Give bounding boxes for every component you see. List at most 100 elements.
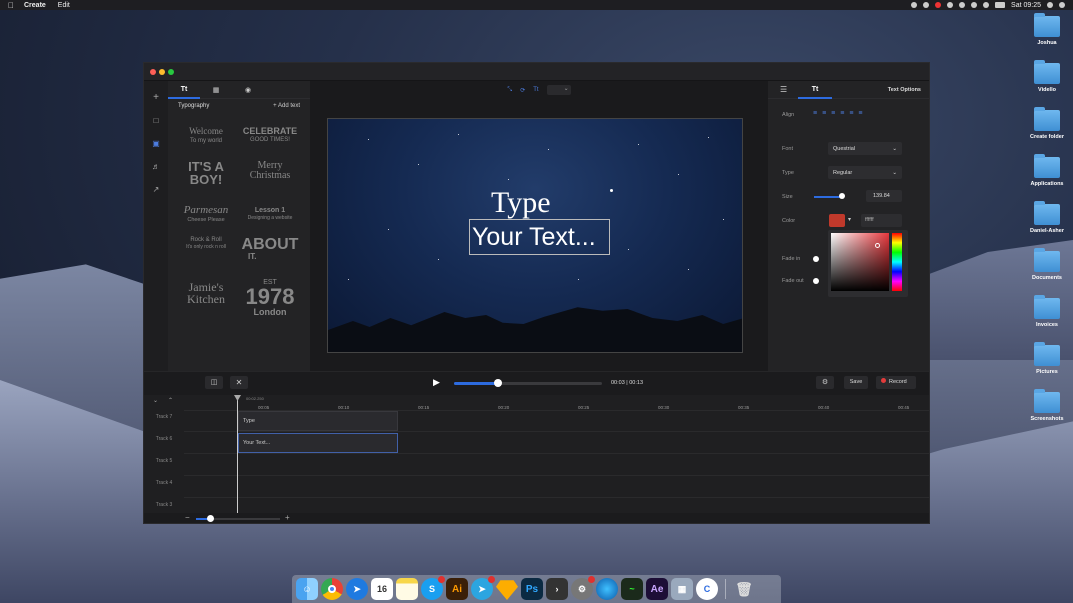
color-picker-popover[interactable]	[828, 230, 908, 297]
delete-button[interactable]: ✕	[230, 376, 248, 389]
photoshop-icon[interactable]: Ps	[521, 578, 543, 600]
audio-icon[interactable]: ♬	[151, 162, 161, 172]
track-row[interactable]	[184, 455, 929, 476]
picker-cursor-icon[interactable]	[875, 243, 880, 248]
text-template[interactable]: EST 1978 London	[240, 279, 300, 317]
canvas-title-text[interactable]: Type	[491, 186, 551, 220]
dropbox-icon[interactable]	[959, 2, 966, 8]
playback-track[interactable]	[454, 379, 602, 387]
hue-slider[interactable]	[892, 233, 902, 291]
volume-icon[interactable]	[971, 2, 978, 8]
desktop-folder-vidello[interactable]: Vidello	[1022, 60, 1072, 93]
menu-app-name[interactable]: Create	[24, 2, 46, 9]
status-icon[interactable]	[947, 2, 954, 8]
color-swatch[interactable]	[829, 214, 845, 227]
desktop-folder-daniel-asher[interactable]: Daniel-Asher	[1022, 201, 1072, 234]
text-icon[interactable]: Tt	[533, 87, 538, 93]
tab-stickers[interactable]: ◉	[232, 81, 264, 99]
wifi-icon[interactable]	[983, 2, 990, 8]
text-template[interactable]: Merry Christmas	[240, 161, 300, 181]
zoom-in-icon[interactable]: +	[285, 513, 290, 522]
calendar-icon[interactable]: 16	[371, 578, 393, 600]
menu-list-icon[interactable]	[1059, 2, 1065, 8]
terminal-icon[interactable]: ›	[546, 578, 568, 600]
folder-icon[interactable]: □	[151, 116, 161, 126]
text-template[interactable]: Welcome To my world	[176, 127, 236, 145]
text-template[interactable]: Parmesan Cheese Please	[176, 205, 236, 224]
search-icon[interactable]	[1047, 2, 1053, 8]
fade-out-toggle[interactable]	[813, 278, 819, 284]
collapse-icon[interactable]: ⌄	[153, 397, 158, 404]
zoom-window-button[interactable]	[168, 69, 174, 75]
clip-type[interactable]: Type	[238, 411, 398, 431]
crop-icon[interactable]: ⤡	[507, 87, 512, 94]
size-input[interactable]: 139.84	[866, 190, 902, 202]
zoom-out-icon[interactable]: −	[185, 513, 190, 522]
text-template[interactable]: ABOUT IT.	[240, 237, 300, 261]
video-canvas[interactable]: Type Your Text...	[327, 118, 743, 353]
tab-image[interactable]: ▦	[200, 81, 232, 99]
playback-handle[interactable]	[494, 379, 503, 387]
color-hex-input[interactable]: ffffff	[861, 214, 902, 227]
text-template[interactable]: IT'S A BOY!	[176, 160, 236, 186]
split-button[interactable]: ◫	[205, 376, 223, 389]
menu-edit[interactable]: Edit	[58, 2, 70, 9]
illustrator-icon[interactable]: Ai	[446, 578, 468, 600]
finder-icon[interactable]: ☺	[296, 578, 318, 600]
fade-in-toggle[interactable]	[813, 256, 819, 262]
zoom-slider-handle[interactable]	[207, 515, 214, 522]
chevron-down-icon[interactable]: ▾	[848, 216, 851, 223]
safari-icon[interactable]: ➤	[346, 578, 368, 600]
ratio-dropdown[interactable]: ⌄	[546, 85, 571, 95]
add-icon[interactable]: +	[151, 93, 161, 103]
size-slider-handle[interactable]	[839, 193, 845, 199]
sketch-icon[interactable]	[496, 580, 518, 600]
desktop-folder-documents[interactable]: Documents	[1022, 248, 1072, 281]
after-effects-icon[interactable]: Ae	[646, 578, 668, 600]
track-row[interactable]	[184, 477, 929, 498]
playhead[interactable]	[237, 395, 238, 513]
desktop-folder-screenshots[interactable]: Screenshots	[1022, 389, 1072, 422]
type-select[interactable]: Regular ⌄	[828, 166, 902, 179]
trash-icon[interactable]: 🗑	[733, 578, 755, 600]
desktop-folder-pictures[interactable]: Pictures	[1022, 342, 1072, 375]
text-tool-icon[interactable]: ▣	[151, 139, 161, 149]
add-text-button[interactable]: + Add text	[273, 103, 300, 109]
notes-icon[interactable]	[396, 578, 418, 600]
telegram-icon[interactable]: ➤	[471, 576, 495, 600]
settings-button[interactable]: ⚙	[816, 376, 834, 389]
text-template[interactable]: Rock & Roll It's only rock n roll	[176, 237, 236, 250]
status-icon[interactable]	[935, 2, 942, 8]
edge-icon[interactable]	[596, 578, 618, 600]
create-app-icon[interactable]: C	[696, 578, 718, 600]
export-icon[interactable]: ↗	[151, 185, 161, 195]
preview-icon[interactable]: ▦	[671, 578, 693, 600]
status-icon[interactable]	[923, 2, 930, 8]
menubar-clock[interactable]: Sat 09:25	[1011, 2, 1041, 9]
desktop-folder-create[interactable]: Create folder	[1022, 107, 1072, 140]
skype-icon[interactable]: S	[421, 576, 445, 600]
desktop-folder-applications[interactable]: Applications	[1022, 154, 1072, 187]
font-select[interactable]: Questrial ⌄	[828, 142, 902, 155]
sliders-icon[interactable]: ☰	[780, 85, 787, 94]
battery-icon[interactable]	[995, 2, 1006, 8]
text-template[interactable]: Jamie's Kitchen	[176, 281, 236, 305]
chrome-icon[interactable]	[321, 578, 343, 600]
record-button[interactable]: Record	[876, 376, 916, 389]
align-buttons[interactable]: ≡≡≡≡≡≡	[813, 110, 868, 117]
canvas-subtitle-text[interactable]: Your Text...	[469, 219, 610, 255]
text-template[interactable]: CELEBRATE GOOD TIMES!	[240, 127, 300, 144]
play-icon[interactable]: ▶	[433, 377, 440, 388]
activity-monitor-icon[interactable]: ~	[621, 578, 643, 600]
apple-icon[interactable]: 	[8, 1, 14, 10]
saturation-area[interactable]	[831, 233, 889, 291]
text-template[interactable]: Lesson 1 Designing a website	[240, 207, 300, 221]
system-preferences-icon[interactable]: ⚙	[571, 576, 595, 600]
save-button[interactable]: Save	[844, 376, 868, 389]
clip-your-text[interactable]: Your Text...	[238, 433, 398, 453]
tab-text[interactable]: Tt	[168, 81, 200, 99]
zoom-slider[interactable]	[196, 515, 280, 522]
rotate-icon[interactable]: ⟳	[520, 87, 525, 94]
desktop-folder-invoices[interactable]: Invoices	[1022, 295, 1072, 328]
desktop-folder-joshua[interactable]: Joshua	[1022, 13, 1072, 46]
